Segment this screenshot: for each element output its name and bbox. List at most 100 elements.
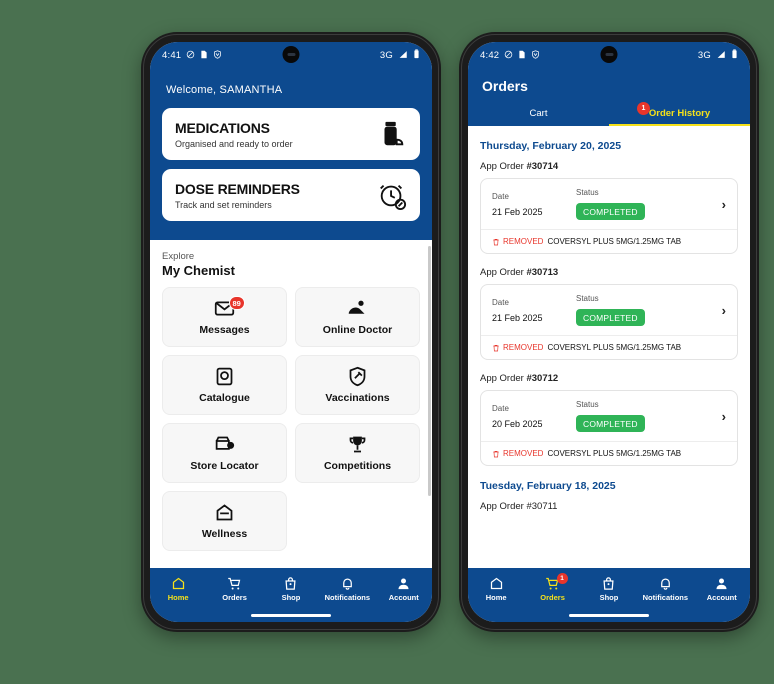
order-card-summary: Date 21 Feb 2025 Status COMPLETED › bbox=[481, 285, 737, 335]
date-column-header: Date bbox=[492, 403, 509, 413]
tab-order-history[interactable]: Order History bbox=[609, 108, 750, 126]
explore-title: My Chemist bbox=[162, 263, 235, 278]
promo-card-dose-reminders[interactable]: DOSE REMINDERS Track and set reminders bbox=[162, 169, 420, 221]
order-number-label: App Order #30713 bbox=[480, 267, 738, 278]
order-date-value: 20 Feb 2025 bbox=[492, 418, 543, 429]
nav-item-account[interactable]: Account bbox=[378, 576, 430, 602]
signal-icon bbox=[398, 50, 408, 61]
nav-item-home[interactable]: Home bbox=[152, 576, 204, 602]
explore-label: Explore bbox=[162, 251, 195, 262]
doctor-icon bbox=[347, 298, 368, 319]
trash-icon bbox=[492, 344, 500, 352]
nav-item-shop[interactable]: Shop bbox=[583, 576, 635, 602]
cart-count-badge: 1 bbox=[637, 102, 650, 115]
order-card-item-row: REMOVED COVERSYL PLUS 5MG/1.25MG TAB bbox=[481, 229, 737, 253]
bottom-nav-right: Home 1 Orders Shop Notifications Account bbox=[468, 568, 750, 608]
network-type: 3G bbox=[697, 49, 711, 61]
gesture-home-bar-right[interactable] bbox=[468, 608, 750, 622]
nav-item-notifications[interactable]: Notifications bbox=[639, 576, 691, 602]
removed-tag: REMOVED bbox=[492, 237, 543, 246]
sim-icon bbox=[200, 50, 208, 61]
battery-icon bbox=[413, 49, 420, 61]
bottom-nav-left: Home Orders Shop Notifications Account bbox=[150, 568, 432, 608]
nav-item-orders[interactable]: 1 Orders bbox=[527, 573, 579, 602]
tab-cart[interactable]: Cart bbox=[468, 108, 609, 126]
order-label-text: App Order bbox=[480, 373, 527, 384]
tile-online-doctor[interactable]: Online Doctor bbox=[295, 287, 420, 347]
dnd-icon bbox=[186, 50, 195, 61]
order-label-text: App Order bbox=[480, 267, 527, 278]
status-badge: COMPLETED bbox=[576, 309, 645, 326]
vpn-shield-icon bbox=[213, 49, 222, 61]
nav-item-notifications[interactable]: Notifications bbox=[321, 576, 373, 602]
promo-title: DOSE REMINDERS bbox=[175, 180, 300, 197]
order-card-summary: Date 21 Feb 2025 Status COMPLETED › bbox=[481, 179, 737, 229]
nav-item-orders[interactable]: Orders bbox=[209, 576, 261, 602]
nav-item-shop[interactable]: Shop bbox=[265, 576, 317, 602]
tile-wellness[interactable]: Wellness bbox=[162, 491, 287, 551]
tile-competitions[interactable]: Competitions bbox=[295, 423, 420, 483]
promo-card-medications[interactable]: MEDICATIONS Organised and ready to order bbox=[162, 108, 420, 160]
phone-device-right: 4:42 3G Orders Cart Order History 1 Thur… bbox=[459, 32, 759, 632]
item-name: COVERSYL PLUS 5MG/1.25MG TAB bbox=[547, 343, 682, 352]
tile-catalogue[interactable]: Catalogue bbox=[162, 355, 287, 415]
nav-label: Home bbox=[167, 593, 189, 602]
status-time: 4:42 bbox=[480, 49, 500, 61]
tile-label: Vaccinations bbox=[325, 392, 390, 404]
nav-label: Account bbox=[706, 593, 737, 602]
order-card[interactable]: Date 21 Feb 2025 Status COMPLETED › REMO… bbox=[480, 284, 738, 360]
status-badge: COMPLETED bbox=[576, 203, 645, 220]
order-card[interactable]: Date 21 Feb 2025 Status COMPLETED › REMO… bbox=[480, 178, 738, 254]
date-column-header: Date bbox=[492, 297, 509, 307]
date-group-heading: Thursday, February 20, 2025 bbox=[480, 140, 622, 152]
tile-label: Messages bbox=[199, 324, 250, 336]
order-number-value: #30712 bbox=[526, 373, 559, 384]
nav-label: Home bbox=[485, 593, 507, 602]
bell-icon bbox=[340, 576, 355, 591]
home-icon bbox=[171, 576, 186, 591]
tile-store-locator[interactable]: Store Locator bbox=[162, 423, 287, 483]
item-name: COVERSYL PLUS 5MG/1.25MG TAB bbox=[547, 449, 682, 458]
order-history-list: Thursday, February 20, 2025 App Order #3… bbox=[468, 126, 750, 568]
vertical-scrollbar[interactable] bbox=[428, 246, 431, 496]
signal-icon bbox=[716, 50, 726, 61]
nav-item-account[interactable]: Account bbox=[696, 576, 748, 602]
orders-tabbar: Cart Order History 1 bbox=[468, 102, 750, 126]
removed-tag: REMOVED bbox=[492, 449, 543, 458]
tile-messages[interactable]: 89 Messages bbox=[162, 287, 287, 347]
nav-item-home[interactable]: Home bbox=[470, 576, 522, 602]
status-bar-right: 4:42 3G bbox=[468, 42, 750, 68]
status-bar-left: 4:41 3G bbox=[150, 42, 432, 68]
trash-icon bbox=[492, 450, 500, 458]
nav-label: Orders bbox=[222, 593, 247, 602]
chevron-right-icon[interactable]: › bbox=[722, 409, 726, 424]
nav-label: Orders bbox=[540, 593, 565, 602]
order-date-value: 21 Feb 2025 bbox=[492, 312, 543, 323]
shield-syringe-icon bbox=[347, 366, 368, 387]
tile-label: Competitions bbox=[323, 460, 392, 472]
removed-tag: REMOVED bbox=[492, 343, 543, 352]
explore-section: Explore My Chemist 89 Messages Online Do… bbox=[150, 240, 432, 568]
order-card[interactable]: Date 20 Feb 2025 Status COMPLETED › REMO… bbox=[480, 390, 738, 466]
order-card-item-row: REMOVED COVERSYL PLUS 5MG/1.25MG TAB bbox=[481, 441, 737, 465]
cart-icon bbox=[227, 576, 242, 591]
nav-label: Shop bbox=[599, 593, 619, 602]
tile-vaccinations[interactable]: Vaccinations bbox=[295, 355, 420, 415]
removed-label: REMOVED bbox=[503, 449, 544, 458]
chevron-right-icon[interactable]: › bbox=[722, 197, 726, 212]
tile-label: Wellness bbox=[201, 528, 248, 540]
tab-label: Cart bbox=[529, 108, 548, 119]
person-icon bbox=[714, 576, 729, 591]
chevron-right-icon[interactable]: › bbox=[722, 303, 726, 318]
promo-subtitle: Organised and ready to order bbox=[175, 138, 293, 149]
page-title: Orders bbox=[482, 78, 528, 94]
front-camera-punchhole bbox=[600, 46, 618, 63]
trophy-icon bbox=[347, 434, 368, 455]
gesture-home-bar-left[interactable] bbox=[150, 608, 432, 622]
promo-card-list: MEDICATIONS Organised and ready to order… bbox=[150, 108, 432, 240]
order-date-value: 21 Feb 2025 bbox=[492, 206, 543, 217]
order-card-summary: Date 20 Feb 2025 Status COMPLETED › bbox=[481, 391, 737, 441]
pill-bottle-icon bbox=[377, 119, 407, 149]
screen-orders: 4:42 3G Orders Cart Order History 1 Thur… bbox=[468, 42, 750, 622]
bag-icon bbox=[601, 576, 616, 591]
